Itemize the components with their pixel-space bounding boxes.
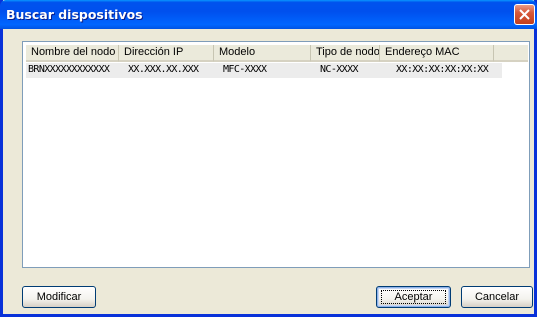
table-row[interactable]: BRNXXXXXXXXXXXX XX.XXX.XX.XXX MFC-XXXX N…	[26, 63, 502, 78]
accept-button[interactable]: Aceptar	[376, 286, 451, 308]
column-header-mac-address[interactable]: Endereço MAC	[380, 45, 494, 62]
column-header-model[interactable]: Modelo	[214, 45, 311, 62]
column-header-node-name[interactable]: Nombre del nodo	[26, 45, 119, 62]
column-header-filler	[494, 45, 528, 62]
list-header: Nombre del nodo Dirección IP Modelo Tipo…	[26, 45, 528, 63]
cell-model: MFC-XXXX	[223, 64, 267, 75]
column-header-ip-address[interactable]: Dirección IP	[119, 45, 214, 62]
close-button[interactable]	[514, 4, 535, 25]
column-header-node-type[interactable]: Tipo de nodo	[311, 45, 380, 62]
cell-node-type: NC-XXXX	[320, 64, 359, 75]
modify-button[interactable]: Modificar	[22, 286, 96, 308]
cell-mac-address: XX:XX:XX:XX:XX:XX	[396, 64, 489, 75]
cell-node-name: BRNXXXXXXXXXXXX	[28, 64, 110, 75]
cell-ip-address: XX.XXX.XX.XXX	[128, 64, 199, 75]
cancel-button[interactable]: Cancelar	[461, 286, 533, 308]
device-list[interactable]: Nombre del nodo Dirección IP Modelo Tipo…	[22, 41, 530, 268]
title-bar[interactable]: Buscar dispositivos	[0, 0, 537, 29]
close-icon	[519, 9, 530, 20]
search-devices-dialog: Buscar dispositivos Nombre del nodo Dire…	[0, 0, 537, 317]
dialog-title: Buscar dispositivos	[6, 7, 143, 22]
